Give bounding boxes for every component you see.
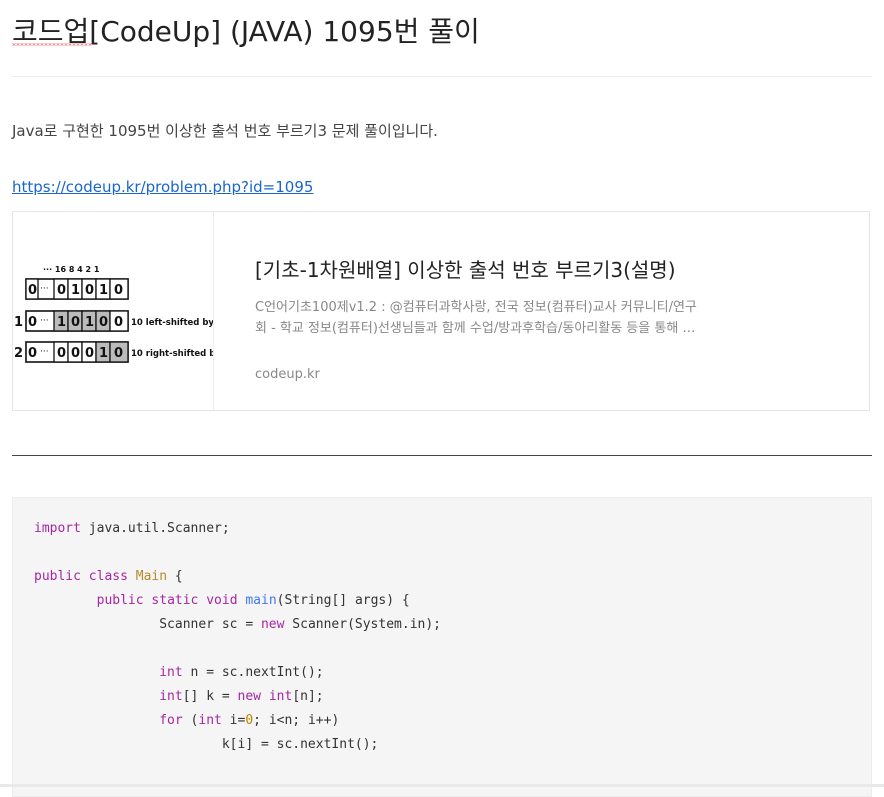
svg-text:1: 1 xyxy=(99,346,108,361)
svg-text:1: 1 xyxy=(85,315,94,330)
code-line: k[i] = sc.nextInt(); xyxy=(34,737,379,752)
svg-text:1: 1 xyxy=(14,315,23,330)
card-thumbnail: ··· 16 8 4 2 1 0 ··· 0 1 0 1 0 1 0 ··· 1… xyxy=(13,212,214,410)
svg-text:0: 0 xyxy=(57,283,66,298)
svg-text:1: 1 xyxy=(99,283,108,298)
thumb-row-2: 2 0 ··· 0 0 0 1 0 10 right-shifted b xyxy=(14,341,213,363)
intro-text: Java로 구현한 1095번 이상한 출석 번호 부르기3 문제 풀이입니다. xyxy=(12,122,438,140)
link-preview-card[interactable]: ··· 16 8 4 2 1 0 ··· 0 1 0 1 0 1 0 ··· 1… xyxy=(12,211,870,411)
card-description-line: C언어기초100제v1.2 : @컴퓨터과학사랑, 전국 정보(컴퓨터)교사 커… xyxy=(255,300,697,315)
code-line: int[] k = new int[n]; xyxy=(159,689,324,704)
svg-text:0: 0 xyxy=(28,346,37,361)
svg-text:0: 0 xyxy=(114,315,123,330)
svg-text:0: 0 xyxy=(85,346,94,361)
svg-text:0: 0 xyxy=(85,283,94,298)
code-line: int n = sc.nextInt(); xyxy=(159,665,324,680)
card-description-line: 회 - 학교 정보(컴퓨터)선생님들과 함께 수업/방과후학습/동아리활동 등을… xyxy=(255,321,696,336)
svg-text:···: ··· xyxy=(40,347,49,357)
code-line: public class Main { xyxy=(34,569,183,584)
svg-text:0: 0 xyxy=(57,346,66,361)
svg-text:1: 1 xyxy=(71,283,80,298)
svg-text:10 right-shifted b: 10 right-shifted b xyxy=(131,349,213,359)
card-domain: codeup.kr xyxy=(255,367,320,382)
svg-text:1: 1 xyxy=(57,315,66,330)
card-description: C언어기초100제v1.2 : @컴퓨터과학사랑, 전국 정보(컴퓨터)교사 커… xyxy=(255,297,725,339)
svg-text:10 left-shifted by: 10 left-shifted by xyxy=(131,318,213,328)
svg-text:2: 2 xyxy=(14,346,23,361)
svg-text:0: 0 xyxy=(114,346,123,361)
svg-text:···: ··· xyxy=(40,316,49,326)
svg-text:0: 0 xyxy=(28,315,37,330)
svg-text:0: 0 xyxy=(71,346,80,361)
problem-link[interactable]: https://codeup.kr/problem.php?id=1095 xyxy=(12,178,313,196)
code-line: import java.util.Scanner; xyxy=(34,521,230,536)
svg-text:···: ··· xyxy=(40,284,49,294)
svg-text:0: 0 xyxy=(114,283,123,298)
svg-text:0: 0 xyxy=(71,315,80,330)
svg-text:0: 0 xyxy=(28,283,37,298)
card-title[interactable]: [기초-1차원배열] 이상한 출석 번호 부르기3(설명) xyxy=(255,254,676,283)
code-block[interactable]: import java.util.Scanner; public class M… xyxy=(12,497,872,797)
code-line: Scanner sc = new Scanner(System.in); xyxy=(34,617,442,632)
spellcheck-underline xyxy=(12,43,92,46)
svg-text:0: 0 xyxy=(99,315,108,330)
horizontal-rule xyxy=(12,455,872,456)
title-divider xyxy=(12,76,872,77)
thumb-row-0: 0 ··· 0 1 0 1 0 xyxy=(25,278,129,300)
bit-shift-illustration: ··· 16 8 4 2 1 0 ··· 0 1 0 1 0 1 0 ··· 1… xyxy=(14,265,213,363)
code-line: public static void main(String[] args) { xyxy=(96,593,410,608)
thumb-top-labels: ··· 16 8 4 2 1 xyxy=(43,265,100,274)
thumb-row-1: 1 0 ··· 1 0 1 0 0 10 left-shifted by xyxy=(14,310,213,332)
code-line: for (int i=0; i<n; i++) xyxy=(159,713,340,728)
